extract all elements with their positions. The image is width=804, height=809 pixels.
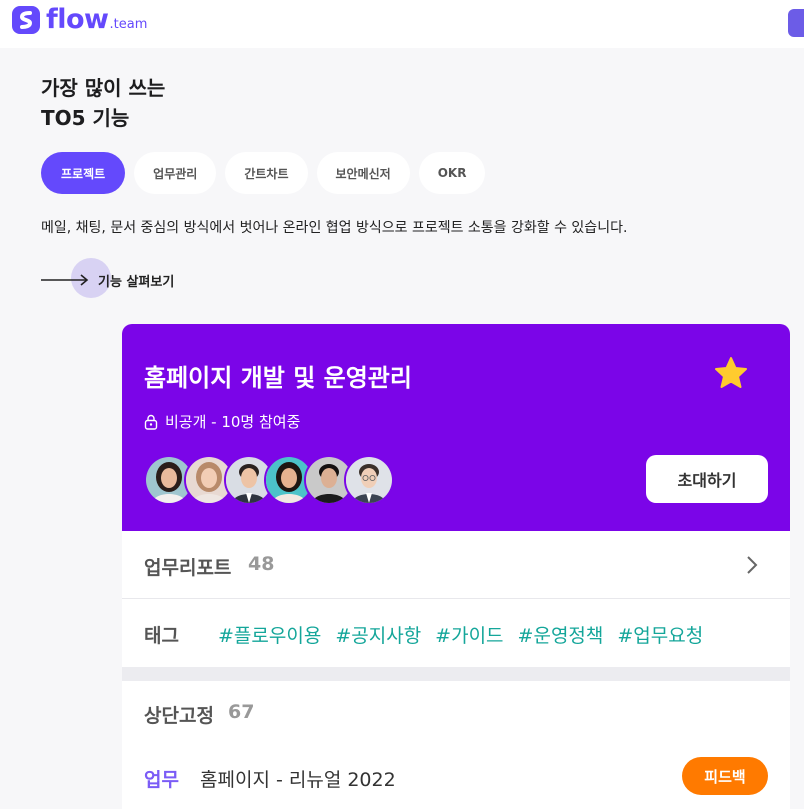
flow-logo[interactable]: flow .team xyxy=(12,6,147,34)
project-card: 홈페이지 개발 및 운영관리 비공개 - 10명 참여중 초대하기 업무리포트 … xyxy=(122,324,790,809)
tag-item[interactable]: #업무요청 xyxy=(617,621,703,648)
pinned-label: 상단고정 xyxy=(144,705,214,727)
arrow-right-icon xyxy=(41,273,89,287)
lock-icon xyxy=(144,414,158,430)
brand-name: flow xyxy=(46,4,109,35)
tab-task-management[interactable]: 업무관리 xyxy=(134,152,217,194)
top-right-button[interactable] xyxy=(788,9,804,37)
heading-line-1: 가장 많이 쓰는 xyxy=(41,76,166,100)
chevron-right-icon xyxy=(747,556,758,574)
member-avatars[interactable] xyxy=(144,455,394,505)
explore-features-link[interactable]: 기능 살펴보기 xyxy=(41,258,174,302)
feedback-status-badge[interactable]: 피드백 xyxy=(682,757,768,795)
project-title: 홈페이지 개발 및 운영관리 xyxy=(144,364,412,392)
project-card-header: 홈페이지 개발 및 운영관리 비공개 - 10명 참여중 초대하기 xyxy=(122,324,790,531)
invite-button[interactable]: 초대하기 xyxy=(646,455,768,503)
feature-tabs: 프로젝트 업무관리 간트차트 보안메신저 OKR xyxy=(41,152,494,194)
tag-item[interactable]: #공지사항 xyxy=(335,621,421,648)
task-type-label: 업무 xyxy=(144,769,179,791)
avatar[interactable] xyxy=(344,455,394,505)
task-report-row[interactable]: 업무리포트 48 xyxy=(122,531,790,599)
pinned-row: 상단고정 67 xyxy=(122,681,790,741)
tag-item[interactable]: #운영정책 xyxy=(518,621,604,648)
task-title: 홈페이지 - 리뉴얼 2022 xyxy=(200,769,396,791)
task-report-label: 업무리포트 xyxy=(144,557,232,579)
project-visibility: 비공개 - 10명 참여중 xyxy=(144,411,300,432)
tab-okr[interactable]: OKR xyxy=(418,152,486,194)
feature-description: 메일, 채팅, 문서 중심의 방식에서 벗어나 온라인 협업 방식으로 프로젝트… xyxy=(41,220,628,236)
tab-gantt-chart[interactable]: 간트차트 xyxy=(225,152,308,194)
pinned-task-item[interactable]: 업무 홈페이지 - 리뉴얼 2022 피드백 xyxy=(122,741,790,809)
explore-features-label: 기능 살펴보기 xyxy=(98,274,175,290)
visibility-text: 비공개 - 10명 참여중 xyxy=(165,413,301,431)
task-report-count: 48 xyxy=(248,553,275,575)
tags-label: 태그 xyxy=(144,625,179,647)
section-heading: 가장 많이 쓰는 TO5 기능 xyxy=(41,73,165,133)
section-divider xyxy=(122,667,790,681)
heading-line-2: TO5 기능 xyxy=(41,106,130,130)
top-bar: flow .team xyxy=(0,0,804,48)
flow-logo-icon xyxy=(12,6,40,34)
tab-project[interactable]: 프로젝트 xyxy=(41,152,126,194)
tag-item[interactable]: #플로우이용 xyxy=(218,621,321,648)
tag-item[interactable]: #가이드 xyxy=(435,621,503,648)
tags-row: 태그 #플로우이용 #공지사항 #가이드 #운영정책 #업무요청 xyxy=(122,599,790,667)
tag-list: #플로우이용 #공지사항 #가이드 #운영정책 #업무요청 xyxy=(218,621,717,648)
tab-secure-messenger[interactable]: 보안메신저 xyxy=(316,152,410,194)
pinned-count: 67 xyxy=(228,701,255,723)
brand-suffix: .team xyxy=(109,16,148,32)
star-icon[interactable] xyxy=(714,356,748,390)
